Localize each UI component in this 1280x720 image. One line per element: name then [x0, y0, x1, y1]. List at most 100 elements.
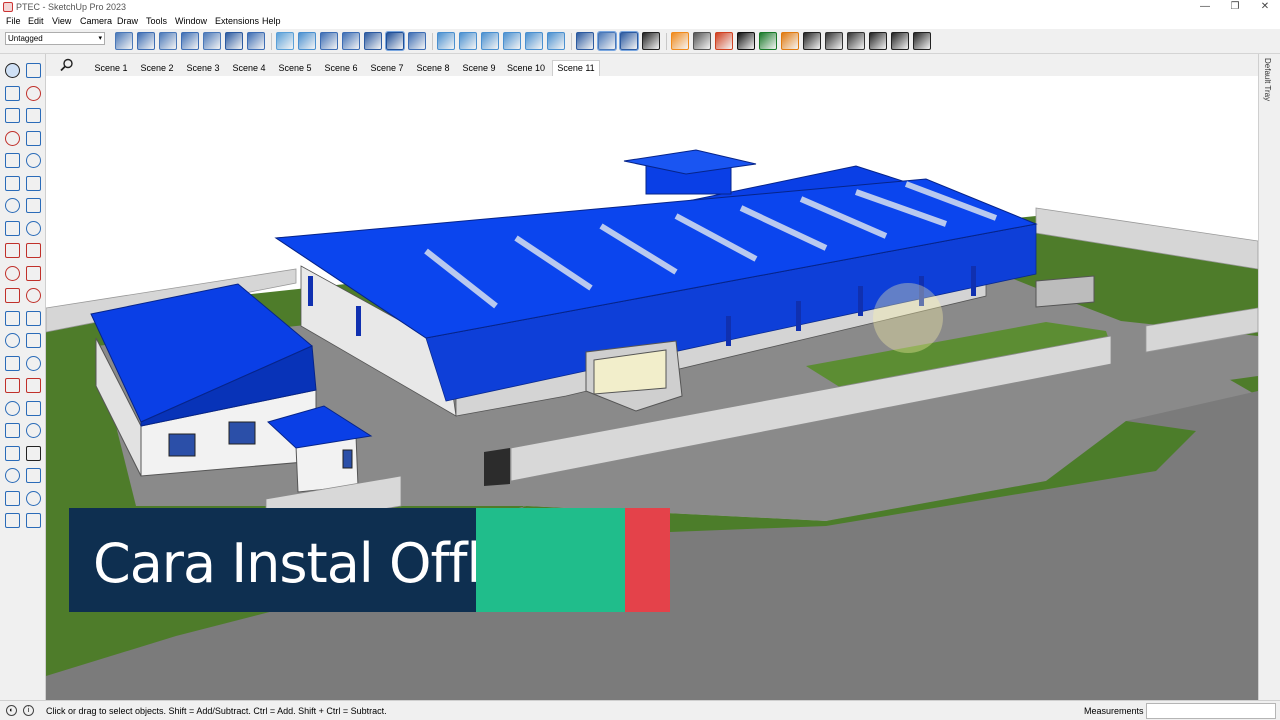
scene-tab-10[interactable]: Scene 10: [504, 60, 548, 76]
three-point-arc-icon[interactable]: [5, 220, 20, 236]
zoom-window-icon[interactable]: [26, 400, 41, 416]
components-icon[interactable]: [459, 32, 477, 50]
bottom-view-icon[interactable]: [247, 32, 265, 50]
close-button[interactable]: ✕: [1250, 0, 1280, 15]
sun-icon[interactable]: [781, 32, 799, 50]
arc-icon[interactable]: [5, 198, 20, 213]
tape-measure-icon[interactable]: [5, 310, 20, 326]
search-icon[interactable]: [60, 58, 74, 72]
line-icon[interactable]: [5, 130, 20, 146]
orbit-icon[interactable]: [5, 378, 20, 393]
menu-window[interactable]: Window: [175, 16, 207, 26]
scene-tab-11[interactable]: Scene 11: [552, 60, 600, 76]
right-view-icon[interactable]: [181, 32, 199, 50]
hidden-line-style-icon[interactable]: [342, 32, 360, 50]
axes-icon[interactable]: [5, 355, 20, 371]
menu-help[interactable]: Help: [262, 16, 281, 26]
push-pull-icon[interactable]: [26, 243, 41, 258]
top-view-icon[interactable]: [137, 32, 155, 50]
scene-tab-4[interactable]: Scene 4: [228, 60, 270, 76]
scene-tab-1[interactable]: Scene 1: [90, 60, 132, 76]
rotate-icon[interactable]: [5, 265, 20, 281]
menu-extensions[interactable]: Extensions: [215, 16, 259, 26]
scene-tab-8[interactable]: Scene 8: [412, 60, 454, 76]
section-plane-icon[interactable]: [26, 468, 41, 483]
add-icon[interactable]: [737, 32, 755, 50]
eraser-icon[interactable]: [26, 85, 41, 101]
styles-icon[interactable]: [525, 32, 543, 50]
shaded-style-icon[interactable]: [364, 32, 382, 50]
refresh-icon[interactable]: [693, 32, 711, 50]
monochrome-style-icon[interactable]: [408, 32, 426, 50]
scene-tab-7[interactable]: Scene 7: [366, 60, 408, 76]
previous-view-icon[interactable]: [26, 423, 41, 438]
sandbox-from-contours-icon[interactable]: [5, 490, 20, 506]
tag-eraser-icon[interactable]: [26, 108, 41, 123]
zoom-extents-icon[interactable]: [5, 423, 20, 438]
look-around-icon[interactable]: [5, 468, 20, 483]
rotated-rect-icon[interactable]: [26, 153, 41, 168]
paint-bucket-icon[interactable]: [5, 85, 20, 101]
scene-tab-9[interactable]: Scene 9: [458, 60, 500, 76]
display-section-icon[interactable]: [597, 31, 617, 51]
xray-style-icon[interactable]: [276, 32, 294, 50]
section-plane-icon[interactable]: [576, 32, 594, 50]
move-icon[interactable]: [5, 243, 20, 258]
text-icon[interactable]: [26, 333, 41, 348]
follow-me-icon[interactable]: [26, 265, 41, 281]
dimension-icon[interactable]: [26, 310, 41, 326]
geo-location-icon[interactable]: ◐: [6, 705, 17, 716]
maximize-button[interactable]: ❐: [1220, 0, 1250, 15]
shaded-textures-style-icon[interactable]: [385, 31, 405, 51]
left-view-icon[interactable]: [225, 32, 243, 50]
tag-select[interactable]: Untagged ▾: [5, 32, 105, 45]
section-cuts-icon[interactable]: [619, 31, 639, 51]
back-view-icon[interactable]: [203, 32, 221, 50]
freehand-icon[interactable]: [26, 130, 41, 146]
cloud-icon[interactable]: [825, 32, 843, 50]
sandbox-icon[interactable]: [715, 32, 733, 50]
default-tray[interactable]: Default Tray: [1258, 54, 1280, 700]
rectangle-icon[interactable]: [5, 153, 20, 168]
scene-tab-2[interactable]: Scene 2: [136, 60, 178, 76]
back-edges-style-icon[interactable]: [298, 32, 316, 50]
section-fill-icon[interactable]: [642, 32, 660, 50]
menu-tools[interactable]: Tools: [146, 16, 167, 26]
zoom-icon[interactable]: [5, 400, 20, 416]
scene-tab-5[interactable]: Scene 5: [274, 60, 316, 76]
layers-icon[interactable]: [547, 32, 565, 50]
gear-icon[interactable]: [847, 32, 865, 50]
measurements-input[interactable]: [1146, 703, 1276, 719]
3d-text-icon[interactable]: [26, 355, 41, 371]
menu-file[interactable]: File: [6, 16, 21, 26]
plugin-orange-icon[interactable]: [671, 32, 689, 50]
menu-view[interactable]: View: [52, 16, 71, 26]
polygon-icon[interactable]: [26, 175, 41, 191]
components-icon[interactable]: [5, 108, 20, 123]
sandbox-from-scratch-icon[interactable]: [26, 490, 41, 506]
select-icon[interactable]: [5, 63, 20, 78]
iso-view-icon[interactable]: [115, 32, 133, 50]
info-icon[interactable]: i: [23, 705, 34, 716]
smoove-icon[interactable]: [5, 513, 20, 528]
protractor-icon[interactable]: [5, 333, 20, 348]
menu-draw[interactable]: Draw: [117, 16, 138, 26]
lasso-icon[interactable]: [26, 63, 41, 78]
scale-icon[interactable]: [5, 288, 20, 303]
two-point-arc-icon[interactable]: [26, 198, 41, 213]
entity-info-icon[interactable]: [481, 32, 499, 50]
front-view-icon[interactable]: [159, 32, 177, 50]
model-viewport[interactable]: Cara Instal Offline: [46, 76, 1258, 700]
stamp-icon[interactable]: [26, 513, 41, 528]
pie-icon[interactable]: [26, 220, 41, 236]
scene-tab-6[interactable]: Scene 6: [320, 60, 362, 76]
scene-tab-3[interactable]: Scene 3: [182, 60, 224, 76]
menu-camera[interactable]: Camera: [80, 16, 112, 26]
user-icon[interactable]: [913, 32, 931, 50]
info-icon[interactable]: [891, 32, 909, 50]
position-camera-icon[interactable]: [5, 445, 20, 461]
walk-icon[interactable]: [26, 445, 41, 461]
outliner-icon[interactable]: [437, 32, 455, 50]
materials-icon[interactable]: [503, 32, 521, 50]
mail-icon[interactable]: [869, 32, 887, 50]
